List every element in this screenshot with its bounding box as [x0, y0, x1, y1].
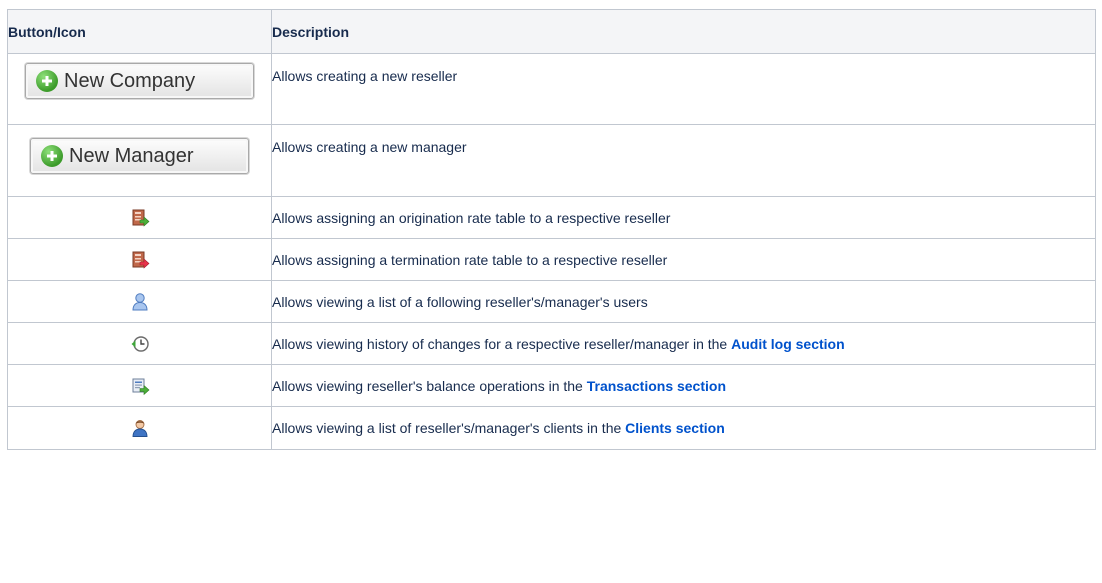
- icon-cell: [7, 364, 272, 407]
- description-text: Allows viewing history of changes for a …: [272, 335, 732, 352]
- clients-icon[interactable]: [130, 418, 150, 438]
- icon-cell: [7, 238, 272, 281]
- icon-cell: [7, 280, 272, 323]
- plus-icon: [36, 70, 58, 92]
- icon-cell: New Manager: [7, 124, 272, 197]
- new-company-button[interactable]: New Company: [25, 63, 254, 99]
- users-icon[interactable]: [130, 292, 150, 312]
- table-row: Allows viewing reseller's balance operat…: [7, 364, 1096, 407]
- new-manager-label: New Manager: [69, 144, 194, 167]
- termination-rate-table-icon[interactable]: [130, 250, 150, 270]
- table-row: New Manager Allows creating a new manage…: [7, 124, 1096, 197]
- description-cell: Allows assigning an origination rate tab…: [271, 196, 1096, 239]
- description-text: Allows viewing a list of a following res…: [272, 293, 648, 310]
- table-header-row: Button/Icon Description: [7, 9, 1096, 54]
- history-icon[interactable]: [130, 334, 150, 354]
- table-row: Allows assigning a termination rate tabl…: [7, 238, 1096, 281]
- description-cell: Allows viewing a list of a following res…: [271, 280, 1096, 323]
- description-cell: Allows viewing reseller's balance operat…: [271, 364, 1096, 407]
- new-manager-button[interactable]: New Manager: [30, 138, 249, 174]
- description-cell: Allows viewing a list of reseller's/mana…: [271, 406, 1096, 450]
- table-row: Allows viewing history of changes for a …: [7, 322, 1096, 365]
- icon-cell: New Company: [7, 53, 272, 125]
- description-cell: Allows creating a new reseller: [271, 53, 1096, 125]
- description-text: Allows viewing reseller's balance operat…: [272, 377, 587, 394]
- transactions-section-link[interactable]: Transactions section: [587, 378, 726, 394]
- description-text: Allows viewing a list of reseller's/mana…: [272, 420, 626, 436]
- description-cell: Allows viewing history of changes for a …: [271, 322, 1096, 365]
- icon-cell: [7, 406, 272, 450]
- clients-section-link[interactable]: Clients section: [625, 420, 725, 436]
- description-text: Allows creating a new manager: [272, 139, 467, 155]
- icon-cell: [7, 322, 272, 365]
- table-row: New Company Allows creating a new resell…: [7, 53, 1096, 125]
- table-row: Allows assigning an origination rate tab…: [7, 196, 1096, 239]
- table-row: Allows viewing a list of a following res…: [7, 280, 1096, 323]
- plus-icon: [41, 145, 63, 167]
- description-text: Allows creating a new reseller: [272, 68, 458, 84]
- description-cell: Allows creating a new manager: [271, 124, 1096, 197]
- transactions-icon[interactable]: [130, 376, 150, 396]
- audit-log-section-link[interactable]: Audit log section: [731, 336, 845, 352]
- new-company-label: New Company: [64, 69, 196, 92]
- description-cell: Allows assigning a termination rate tabl…: [271, 238, 1096, 281]
- buttons-icons-table: Button/Icon Description New Company Allo…: [7, 9, 1096, 450]
- header-description: Description: [271, 9, 1096, 54]
- description-text: Allows assigning a termination rate tabl…: [272, 251, 668, 268]
- table-row: Allows viewing a list of reseller's/mana…: [7, 406, 1096, 450]
- description-text: Allows assigning an origination rate tab…: [272, 209, 671, 226]
- header-button-icon: Button/Icon: [7, 9, 272, 54]
- icon-cell: [7, 196, 272, 239]
- origination-rate-table-icon[interactable]: [130, 208, 150, 228]
